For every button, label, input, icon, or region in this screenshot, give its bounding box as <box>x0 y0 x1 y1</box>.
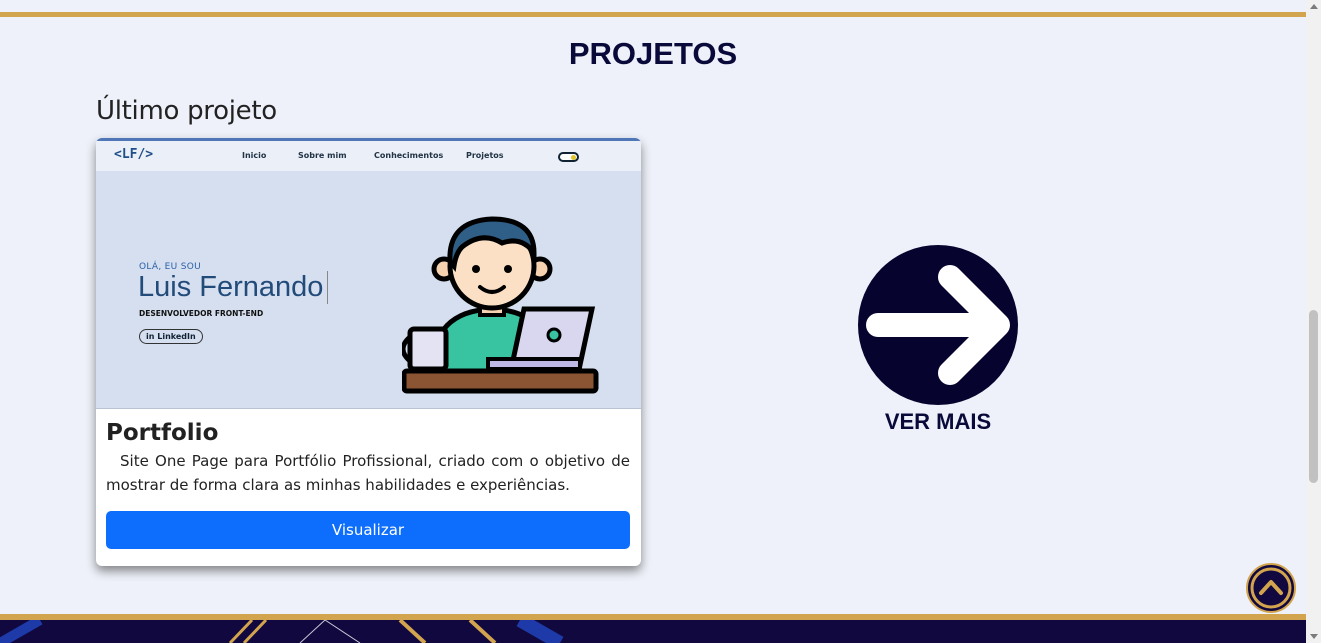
scroll-up-arrow-icon[interactable] <box>1310 4 1318 9</box>
view-project-button[interactable]: Visualizar <box>106 511 630 549</box>
preview-name: Luis Fernando <box>138 271 329 304</box>
scrollbar-thumb[interactable] <box>1309 310 1318 483</box>
scroll-down-arrow-icon[interactable] <box>1310 634 1318 639</box>
preview-nav-link: Inicio <box>242 151 267 160</box>
arrow-right-icon <box>866 265 1010 385</box>
preview-nav-link: Projetos <box>466 151 504 160</box>
preview-linkedin-badge: in LinkedIn <box>139 329 203 344</box>
preview-role: DESENVOLVEDOR FRONT-END <box>139 309 264 318</box>
preview-theme-toggle-icon <box>558 152 579 162</box>
footer-decoration <box>0 620 1306 643</box>
scroll-to-top-button[interactable] <box>1246 563 1296 613</box>
project-card: <LF/> Inicio Sobre mim Conhecimentos Pro… <box>96 138 641 566</box>
section-title: PROJETOS <box>568 36 738 71</box>
project-title: Portfolio <box>106 420 219 446</box>
preview-logo: <LF/> <box>114 147 154 162</box>
page-scrollbar[interactable] <box>1306 0 1321 643</box>
developer-illustration-icon <box>402 216 599 394</box>
project-preview-image: <LF/> Inicio Sobre mim Conhecimentos Pro… <box>96 138 641 409</box>
preview-nav-link: Conhecimentos <box>374 151 444 160</box>
preview-navbar: <LF/> Inicio Sobre mim Conhecimentos Pro… <box>96 141 641 171</box>
chevron-up-icon <box>1250 567 1292 609</box>
preview-nav-link: Sobre mim <box>298 151 347 160</box>
see-more-button[interactable] <box>858 245 1018 405</box>
latest-project-heading: Último projeto <box>96 96 277 126</box>
project-description: Site One Page para Portfólio Profissiona… <box>106 452 630 494</box>
top-divider <box>0 12 1306 17</box>
see-more-label[interactable]: VER MAIS <box>838 409 1038 435</box>
